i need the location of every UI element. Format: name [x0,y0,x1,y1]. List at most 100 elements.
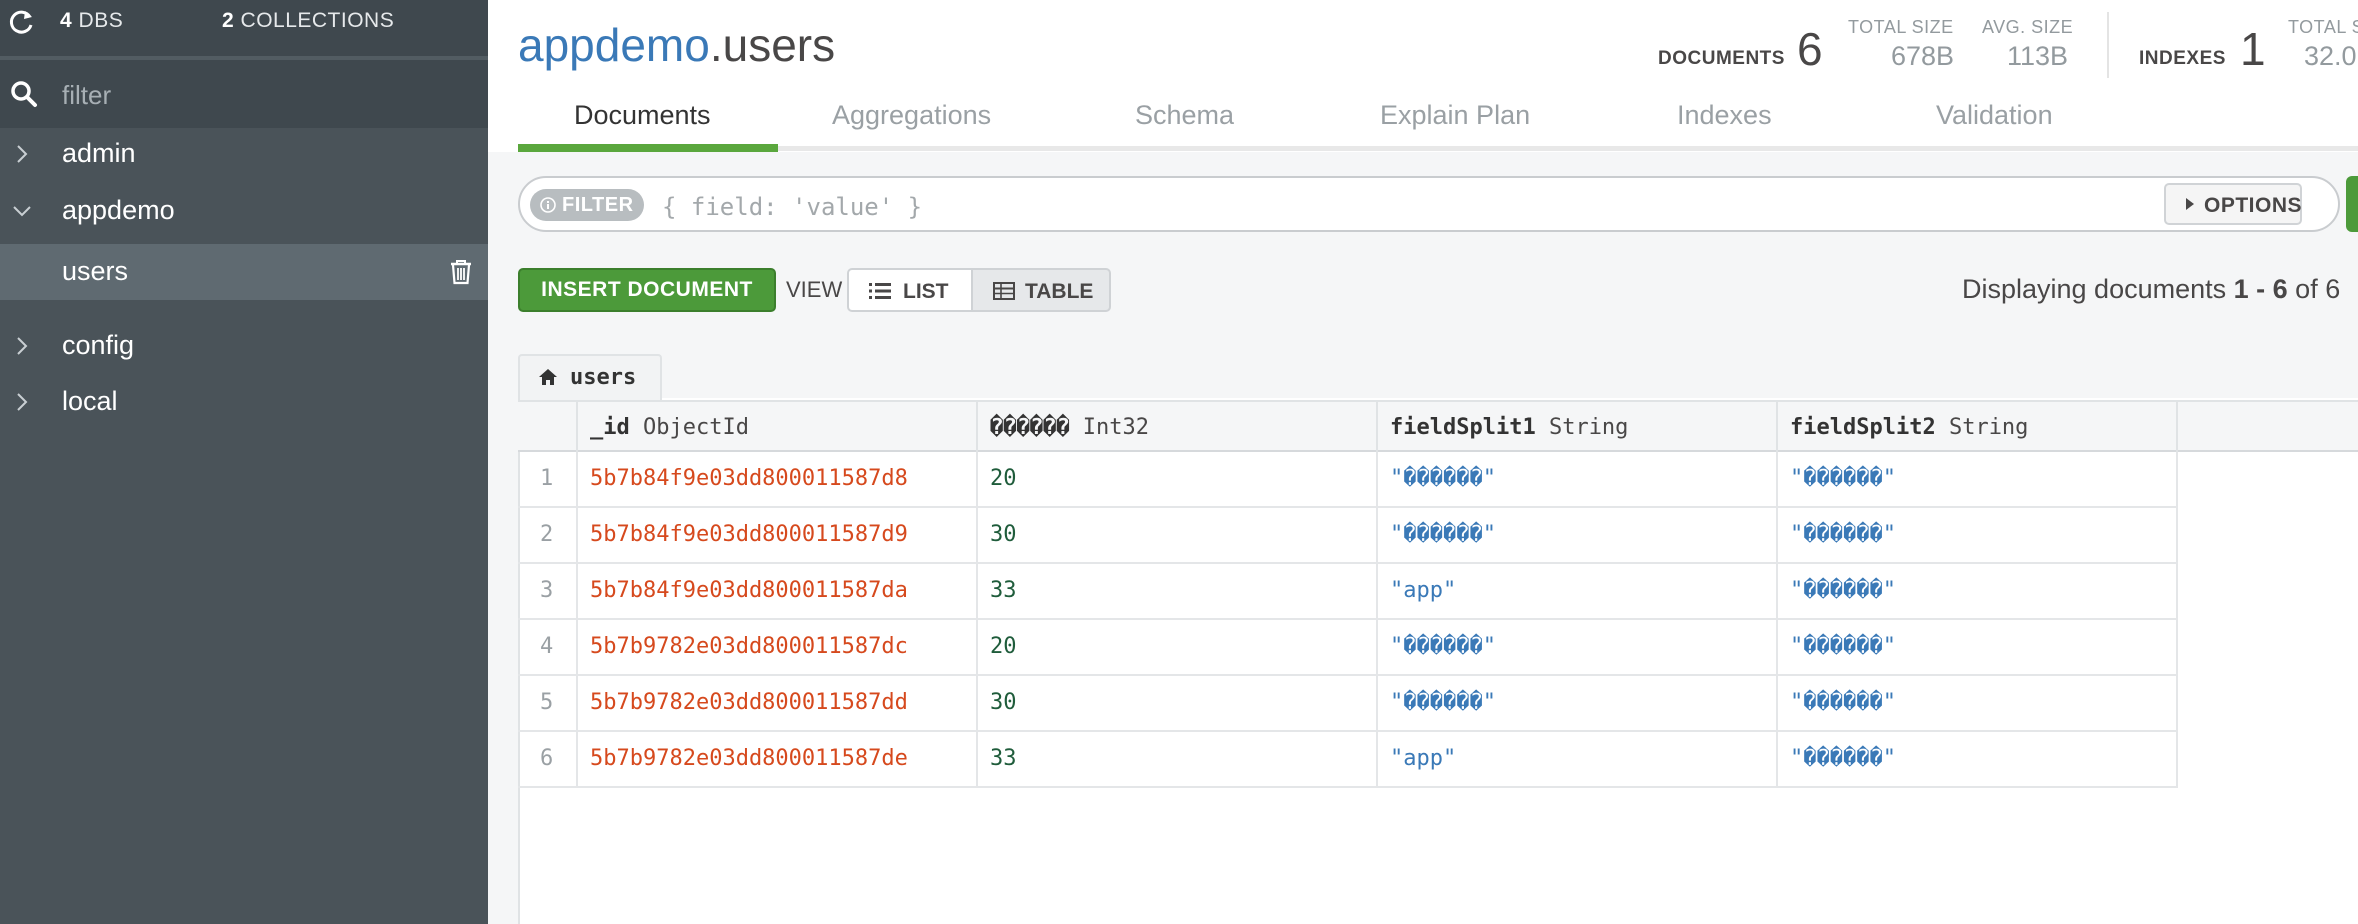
list-view-button[interactable]: LIST [847,268,973,312]
grid-header-cell[interactable]: fieldSplit2 String [1776,402,2178,452]
cell-fieldsplit1[interactable]: "������" [1376,452,1778,506]
grid-header-index [518,402,578,452]
stat-divider [2107,12,2109,78]
column-name: fieldSplit2 [1790,415,1936,440]
table-row[interactable]: 3 5b7b84f9e03dd800011587da 33 "app" "���… [518,564,2178,620]
sidebar-filter [0,56,488,128]
row-number: 6 [518,732,578,786]
cell-fieldsplit2[interactable]: "������" [1776,564,2178,618]
sidebar-db-appdemo[interactable]: appdemo [0,183,488,239]
cell-int[interactable]: 20 [976,620,1378,674]
column-type: ObjectId [643,415,749,440]
cell-id[interactable]: 5b7b9782e03dd800011587dd [576,676,978,730]
cell-int-text: 20 [990,634,1017,659]
find-button[interactable] [2346,176,2358,232]
collections-count: 2 COLLECTIONS [222,9,394,33]
grid-header-cell[interactable]: fieldSplit1 String [1376,402,1778,452]
sidebar-db-label: local [62,386,118,416]
trash-icon[interactable] [448,258,474,286]
tab-indexes[interactable]: Indexes [1677,100,1772,131]
cell-fieldsplit2[interactable]: "������" [1776,508,2178,562]
row-number-text: 3 [540,578,554,603]
cell-int[interactable]: 20 [976,452,1378,506]
caret-right-icon [2186,198,2194,210]
grid-header-cell[interactable]: ������ Int32 [976,402,1378,452]
insert-document-button[interactable]: INSERT DOCUMENT [518,268,776,312]
cell-id[interactable]: 5b7b9782e03dd800011587dc [576,620,978,674]
collections-count-label: COLLECTIONS [240,9,395,32]
table-row[interactable]: 4 5b7b9782e03dd800011587dc 20 "������" "… [518,620,2178,676]
cell-id[interactable]: 5b7b84f9e03dd800011587da [576,564,978,618]
cell-id-text: 5b7b9782e03dd800011587dc [590,634,908,659]
sidebar-db-admin[interactable]: admin [0,126,488,182]
sidebar-filter-input[interactable] [60,76,464,114]
cell-fieldsplit1-text: "������" [1390,634,1496,659]
table-row[interactable]: 5 5b7b9782e03dd800011587dd 30 "������" "… [518,676,2178,732]
column-type: String [1948,415,2029,440]
cell-fieldsplit2-text: "������" [1790,578,1896,603]
cell-fieldsplit1-text: "app" [1390,578,1457,603]
cell-int-text: 30 [990,690,1017,715]
table-row[interactable]: 6 5b7b9782e03dd800011587de 33 "app" "���… [518,732,2178,788]
row-number: 2 [518,508,578,562]
cell-int[interactable]: 30 [976,676,1378,730]
column-name: _id [590,415,630,440]
options-button[interactable]: OPTIONS [2164,183,2302,225]
list-view-label: LIST [903,280,949,303]
search-icon [11,81,37,107]
grid-collection-tab[interactable]: users [518,354,662,400]
row-number: 3 [518,564,578,618]
tab-documents[interactable]: Documents [574,100,711,131]
cell-int[interactable]: 30 [976,508,1378,562]
cell-id-text: 5b7b9782e03dd800011587de [590,746,908,771]
cell-id[interactable]: 5b7b84f9e03dd800011587d8 [576,452,978,506]
row-number: 5 [518,676,578,730]
sidebar-db-local[interactable]: local [0,374,488,430]
cell-fieldsplit1[interactable]: "������" [1376,620,1778,674]
filter-query-input[interactable] [660,190,2144,224]
cell-fieldsplit1[interactable]: "������" [1376,676,1778,730]
column-type: Int32 [1082,415,1149,440]
dbs-count: 4 DBS [60,9,123,33]
cell-fieldsplit2[interactable]: "������" [1776,676,2178,730]
row-number-text: 6 [540,746,554,771]
cell-fieldsplit1-text: "������" [1390,690,1496,715]
displaying-range: 1 - 6 [2233,274,2288,304]
cell-id[interactable]: 5b7b9782e03dd800011587de [576,732,978,786]
cell-int[interactable]: 33 [976,732,1378,786]
cell-int-text: 30 [990,522,1017,547]
namespace-collection: .users [709,19,836,71]
cell-id-text: 5b7b84f9e03dd800011587d9 [590,522,908,547]
refresh-icon[interactable] [8,8,36,36]
indexes-stat-label: INDEXES [2139,48,2226,69]
cell-fieldsplit1[interactable]: "app" [1376,732,1778,786]
avg-size-value: 113B [2007,41,2069,71]
row-number-text: 5 [540,690,554,715]
cell-fieldsplit2[interactable]: "������" [1776,732,2178,786]
sidebar-db-config[interactable]: config [0,318,488,374]
indexes-stat-value: 1 [2240,23,2266,75]
cell-fieldsplit2[interactable]: "������" [1776,452,2178,506]
sidebar-collection-users[interactable]: users [0,244,488,300]
grid-header-cell[interactable]: _id ObjectId [576,402,978,452]
column-name: fieldSplit1 [1390,415,1536,440]
cell-int[interactable]: 33 [976,564,1378,618]
cell-fieldsplit2-text: "������" [1790,466,1896,491]
table-row[interactable]: 2 5b7b84f9e03dd800011587d9 30 "������" "… [518,508,2178,564]
cell-fieldsplit2[interactable]: "������" [1776,620,2178,674]
table-row[interactable]: 1 5b7b84f9e03dd800011587d8 20 "������" "… [518,452,2178,508]
total-size-value: 678B [1891,41,1955,71]
tab-explain-plan[interactable]: Explain Plan [1380,100,1530,131]
table-view-button[interactable]: TABLE [971,268,1111,312]
home-icon [539,369,557,385]
total-index-size-label: TOTAL S [2288,17,2358,37]
list-icon [869,283,891,299]
cell-id[interactable]: 5b7b84f9e03dd800011587d9 [576,508,978,562]
cell-fieldsplit1[interactable]: "app" [1376,564,1778,618]
tab-validation[interactable]: Validation [1936,100,2053,131]
tab-aggregations[interactable]: Aggregations [832,100,991,131]
cell-fieldsplit1[interactable]: "������" [1376,508,1778,562]
chevron-right-icon [17,145,28,163]
tab-schema[interactable]: Schema [1135,100,1234,131]
cell-fieldsplit1-text: "������" [1390,466,1496,491]
